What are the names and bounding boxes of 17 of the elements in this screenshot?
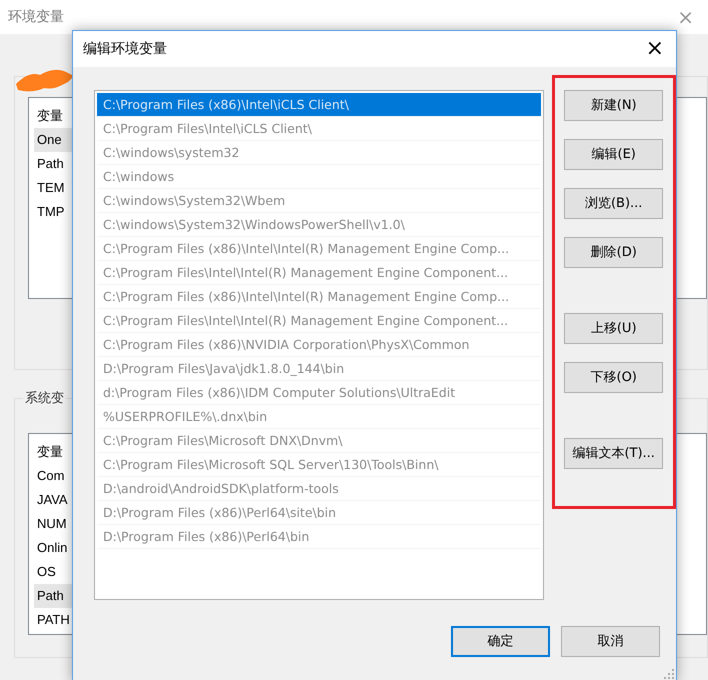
dialog-button[interactable]: 确定 <box>451 626 550 657</box>
dialog-button[interactable]: 取消 <box>561 626 660 657</box>
dialog-title: 编辑环境变量 <box>83 40 167 58</box>
action-button[interactable]: 删除(D) <box>564 237 664 268</box>
path-list[interactable] <box>94 90 544 600</box>
action-button[interactable]: 编辑(E) <box>564 139 664 170</box>
close-button[interactable]: × <box>642 38 668 60</box>
action-button[interactable]: 浏览(B)... <box>564 188 664 219</box>
action-button[interactable]: 新建(N) <box>564 90 664 121</box>
action-button[interactable]: 编辑文本(T)... <box>564 438 664 469</box>
resize-grip-icon[interactable] <box>664 669 674 679</box>
window-title: 环境变量 <box>8 8 64 26</box>
list-item[interactable]: C:\Program Files (x86)\Intel\iCLS Client\ <box>97 93 542 117</box>
column-header: 变量 <box>36 107 64 125</box>
action-button[interactable]: 下移(O) <box>564 362 664 393</box>
action-button[interactable]: 上移(U) <box>564 313 664 344</box>
column-header: 变量 <box>36 443 64 461</box>
